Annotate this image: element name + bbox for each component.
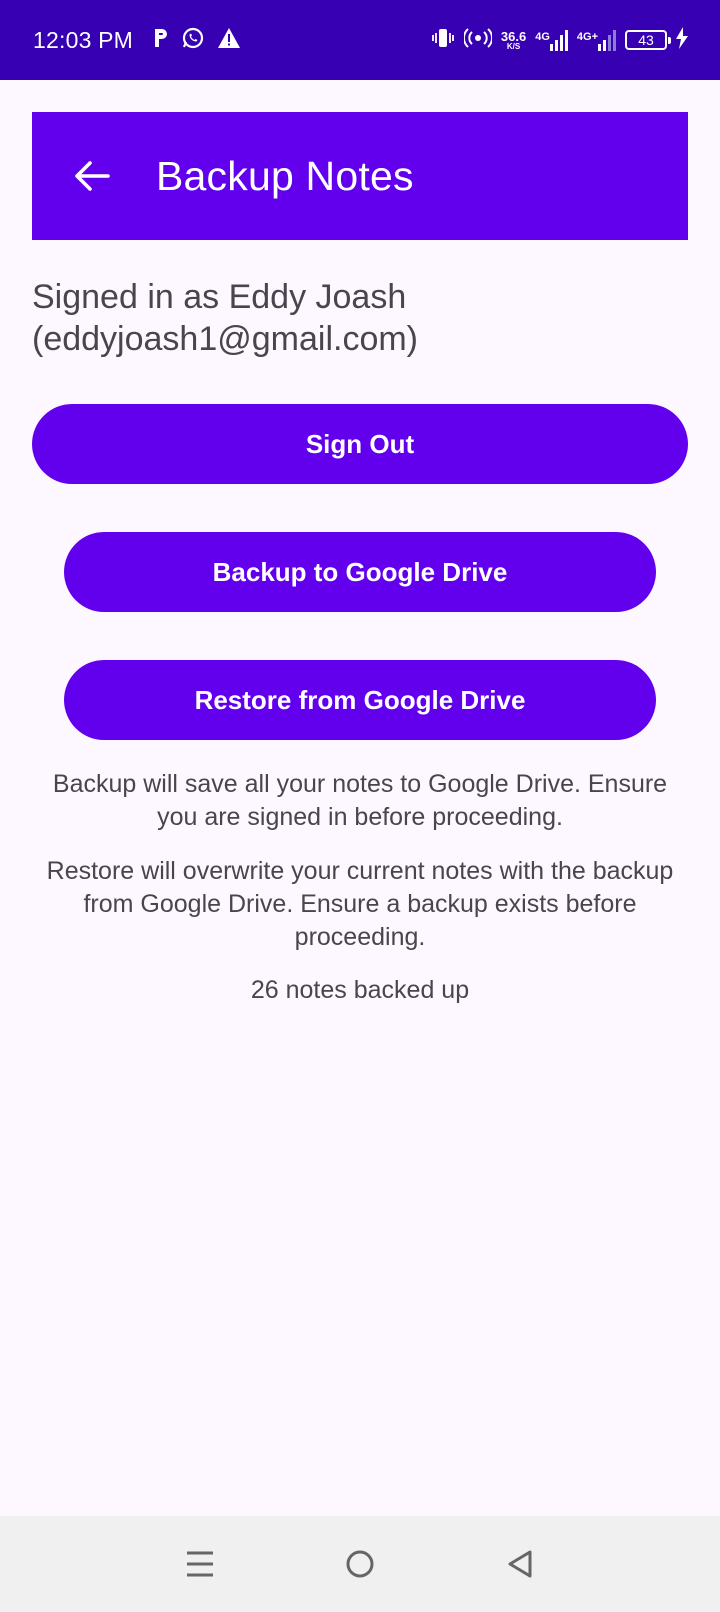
parking-icon xyxy=(153,27,169,54)
recent-apps-button[interactable] xyxy=(170,1534,230,1594)
vibrate-icon xyxy=(431,27,455,54)
status-bar: 12:03 PM 36.6 K/S 4G 4G+ 43 xyxy=(0,0,720,80)
sim2-signal: 4G+ xyxy=(577,29,616,51)
sim1-signal: 4G xyxy=(535,29,568,51)
whatsapp-icon xyxy=(181,26,205,55)
home-circle-icon xyxy=(346,1550,374,1578)
network-speed: 36.6 K/S xyxy=(500,28,527,51)
signed-in-text: Signed in as Eddy Joash (eddyjoash1@gmai… xyxy=(32,278,419,358)
home-button[interactable] xyxy=(330,1534,390,1594)
back-button[interactable] xyxy=(64,148,120,204)
back-triangle-icon xyxy=(508,1550,532,1578)
page-title: Backup Notes xyxy=(156,152,414,199)
backup-info-text: Backup will save all your notes to Googl… xyxy=(52,770,668,831)
charging-bolt-icon xyxy=(676,26,688,54)
status-indicators: 36.6 K/S 4G 4G+ 43 xyxy=(431,26,688,55)
signal-bars-weak-icon xyxy=(598,30,616,51)
app-toolbar: Backup Notes xyxy=(32,112,688,240)
status-time: 12:03 PM xyxy=(33,26,134,53)
restore-from-drive-button[interactable]: Restore from Google Drive xyxy=(64,660,656,740)
backup-count-text: 26 notes backed up xyxy=(250,976,470,1004)
restore-info-text: Restore will overwrite your current note… xyxy=(46,857,674,951)
battery-icon: 43 xyxy=(625,30,671,50)
menu-icon xyxy=(187,1551,213,1577)
signal-bars-icon xyxy=(549,30,568,51)
system-nav-bar xyxy=(0,1516,720,1612)
notification-icons xyxy=(153,26,241,55)
sign-out-button[interactable]: Sign Out xyxy=(32,404,688,484)
hotspot-icon xyxy=(462,26,493,55)
arrow-left-icon xyxy=(75,161,110,191)
system-back-button[interactable] xyxy=(490,1534,550,1594)
warning-icon xyxy=(217,27,241,54)
backup-to-drive-button[interactable]: Backup to Google Drive xyxy=(64,532,656,612)
